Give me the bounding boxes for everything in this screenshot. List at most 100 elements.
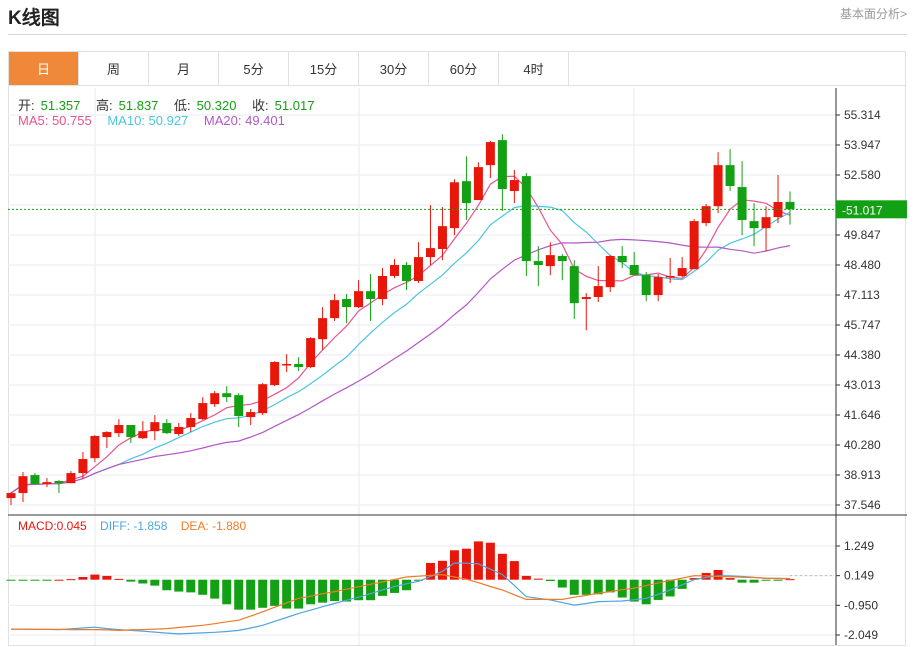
candle-up	[78, 459, 88, 474]
candle-down	[617, 256, 627, 263]
ma10-value: MA10: 50.927	[107, 113, 189, 128]
candle-up	[258, 384, 268, 414]
current-price-label: -51.017	[842, 203, 883, 217]
macd-bar	[18, 579, 28, 581]
price-tick-label: 41.646	[844, 408, 881, 422]
candle-down	[557, 256, 567, 262]
macd-bar	[533, 578, 543, 580]
candle-up	[354, 291, 364, 308]
macd-bar	[342, 579, 352, 602]
macd-bar	[557, 579, 567, 588]
high-value: 51.837	[118, 98, 159, 113]
candle-up	[186, 417, 196, 427]
macd-bar	[198, 579, 208, 595]
macd-bar	[509, 561, 519, 580]
macd-bar	[66, 579, 76, 581]
macd-bar	[497, 553, 507, 580]
candle-up	[485, 142, 495, 166]
candle-up	[713, 165, 723, 207]
macd-bar	[222, 579, 232, 605]
macd-bar	[713, 569, 723, 580]
macd-bar	[461, 548, 471, 580]
candle-up	[449, 182, 459, 229]
candle-down	[521, 176, 531, 262]
macd-value: MACD:0.045	[18, 519, 87, 533]
macd-bar	[210, 579, 220, 599]
macd-bar	[581, 579, 591, 595]
macd-bar	[54, 579, 64, 581]
macd-bar	[473, 541, 483, 580]
macd-bar	[90, 574, 100, 580]
candle-up	[425, 248, 435, 258]
macd-bar	[78, 577, 88, 580]
ma-info: MA5: 50.755 MA10: 50.927 MA20: 49.401	[18, 113, 291, 128]
price-tick-label: 47.113	[844, 288, 880, 302]
macd-tick-label: 1.249	[844, 539, 874, 553]
candle-up	[581, 297, 591, 300]
candle-up	[90, 435, 100, 459]
diff-value: DIFF: -1.858	[100, 519, 168, 533]
price-tick-label: 48.480	[844, 258, 881, 272]
macd-bar	[126, 579, 136, 582]
candle-up	[102, 432, 112, 438]
low-value: 50.320	[196, 98, 237, 113]
macd-bar	[234, 579, 244, 610]
macd-bar	[162, 579, 172, 591]
candle-down	[737, 187, 747, 221]
macd-bar	[737, 579, 747, 583]
candle-up	[593, 286, 603, 298]
candle-up	[509, 180, 519, 192]
macd-bar	[42, 579, 52, 581]
open-value: 51.357	[40, 98, 81, 113]
candle-down	[725, 165, 735, 186]
macd-bar	[485, 542, 495, 580]
macd-bar	[174, 579, 184, 592]
macd-bar	[270, 579, 280, 606]
candle-down	[30, 475, 40, 485]
candle-down	[342, 299, 352, 308]
price-tick-label: 52.580	[844, 168, 881, 182]
price-tick-label: 55.314	[844, 108, 881, 122]
candle-up	[6, 493, 16, 499]
candle-down	[126, 425, 136, 438]
macd-bar	[246, 579, 256, 610]
macd-bar	[617, 579, 627, 598]
candle-up	[413, 257, 423, 282]
dea-value: DEA: -1.880	[180, 519, 247, 533]
macd-bar	[773, 579, 783, 581]
candle-up	[210, 393, 220, 405]
ma20-value: MA20: 49.401	[203, 113, 285, 128]
candle-up	[198, 403, 208, 420]
macd-bar	[545, 579, 555, 582]
macd-bar	[150, 579, 160, 586]
macd-tick-label: 0.149	[844, 569, 874, 583]
candle-down	[234, 395, 244, 417]
candle-down	[749, 221, 759, 229]
macd-bar	[593, 579, 603, 595]
candle-up	[473, 167, 483, 201]
macd-tick-label: -2.049	[844, 628, 878, 642]
ma5-value: MA5: 50.755	[18, 113, 92, 128]
macd-bar	[569, 579, 579, 595]
macd-bar	[366, 579, 376, 601]
candle-down	[569, 266, 579, 304]
macd-bar	[318, 579, 328, 603]
candle-up	[330, 300, 340, 319]
price-tick-label: 37.546	[844, 498, 881, 512]
close-label: 收:	[252, 98, 269, 113]
candle-down	[629, 265, 639, 276]
macd-bar	[114, 578, 124, 580]
candle-up	[437, 226, 447, 249]
macd-tick-label: -0.950	[844, 598, 878, 612]
candle-up	[665, 275, 675, 278]
macd-bar	[521, 575, 531, 580]
candle-down	[294, 363, 304, 368]
candle-down	[785, 201, 795, 210]
candle-up	[689, 221, 699, 270]
candle-up	[390, 265, 400, 276]
macd-bar	[725, 578, 735, 580]
candle-down	[461, 181, 471, 204]
candle-up	[653, 277, 663, 296]
candle-up	[270, 362, 280, 386]
candle-down	[533, 261, 543, 266]
